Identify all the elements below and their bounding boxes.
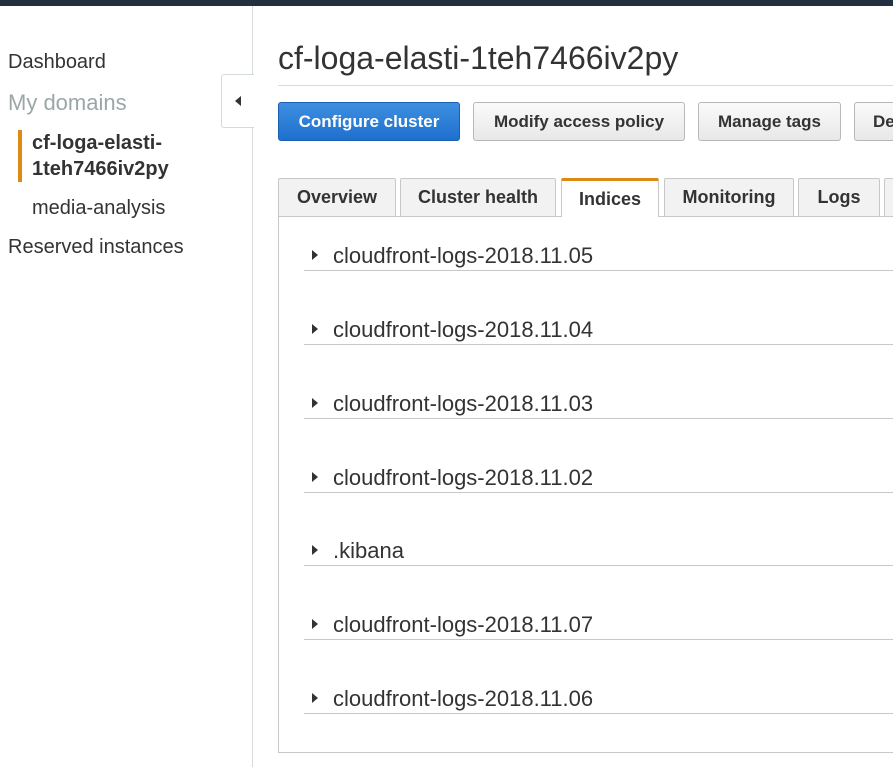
- sidebar-item-label: 1teh7466iv2py: [32, 158, 169, 180]
- sidebar-item-media-analysis[interactable]: media-analysis: [18, 195, 165, 221]
- index-name: cloudfront-logs-2018.11.02: [333, 465, 594, 490]
- list-item[interactable]: cloudfront-logs-2018.11.06: [304, 674, 893, 714]
- list-item[interactable]: cloudfront-logs-2018.11.04: [304, 305, 893, 345]
- sidebar-item-reserved-instances[interactable]: Reserved instances: [8, 236, 184, 259]
- sidebar-item-domain-active[interactable]: cf-loga-elasti- 1teh7466iv2py: [18, 130, 169, 182]
- sidebar: Dashboard My domains cf-loga-elasti- 1te…: [0, 6, 253, 767]
- list-item[interactable]: cloudfront-logs-2018.11.05: [304, 231, 893, 271]
- sidebar-item-label: cf-loga-elasti-: [32, 132, 163, 154]
- tab-overflow[interactable]: [884, 178, 893, 216]
- caret-right-icon: [312, 398, 318, 408]
- list-item[interactable]: .kibana: [304, 526, 893, 566]
- caret-right-icon: [312, 619, 318, 629]
- list-item[interactable]: cloudfront-logs-2018.11.02: [304, 453, 893, 493]
- sidebar-heading-my-domains: My domains: [8, 90, 127, 115]
- domain-tabs: Overview Cluster health Indices Monitori…: [278, 178, 893, 217]
- list-item[interactable]: cloudfront-logs-2018.11.07: [304, 600, 893, 640]
- sidebar-item-dashboard[interactable]: Dashboard: [8, 51, 106, 74]
- index-name: cloudfront-logs-2018.11.03: [333, 391, 594, 416]
- sidebar-item-label: media-analysis: [32, 197, 166, 219]
- tab-logs[interactable]: Logs: [798, 178, 880, 216]
- delete-domain-button[interactable]: De: [854, 102, 893, 141]
- caret-right-icon: [312, 472, 318, 482]
- page-title: cf-loga-elasti-1teh7466iv2py: [278, 40, 679, 76]
- index-name: cloudfront-logs-2018.11.06: [333, 686, 594, 711]
- caret-right-icon: [312, 545, 318, 555]
- index-name: cloudfront-logs-2018.11.05: [333, 243, 594, 268]
- tab-cluster-health[interactable]: Cluster health: [400, 178, 556, 216]
- index-name: cloudfront-logs-2018.11.04: [333, 317, 594, 342]
- sidebar-collapse-button[interactable]: [221, 74, 254, 128]
- tab-indices[interactable]: Indices: [561, 178, 659, 217]
- caret-right-icon: [312, 324, 318, 334]
- caret-right-icon: [312, 693, 318, 703]
- tab-overview[interactable]: Overview: [278, 178, 396, 216]
- tab-monitoring[interactable]: Monitoring: [664, 178, 794, 216]
- index-name: cloudfront-logs-2018.11.07: [333, 612, 594, 637]
- title-divider: [278, 85, 893, 86]
- manage-tags-button[interactable]: Manage tags: [698, 102, 841, 141]
- list-item[interactable]: cloudfront-logs-2018.11.03: [304, 379, 893, 419]
- chevron-left-icon: [235, 96, 241, 106]
- configure-cluster-button[interactable]: Configure cluster: [278, 102, 460, 141]
- index-name: .kibana: [333, 538, 404, 563]
- caret-right-icon: [312, 250, 318, 260]
- modify-access-policy-button[interactable]: Modify access policy: [473, 102, 685, 141]
